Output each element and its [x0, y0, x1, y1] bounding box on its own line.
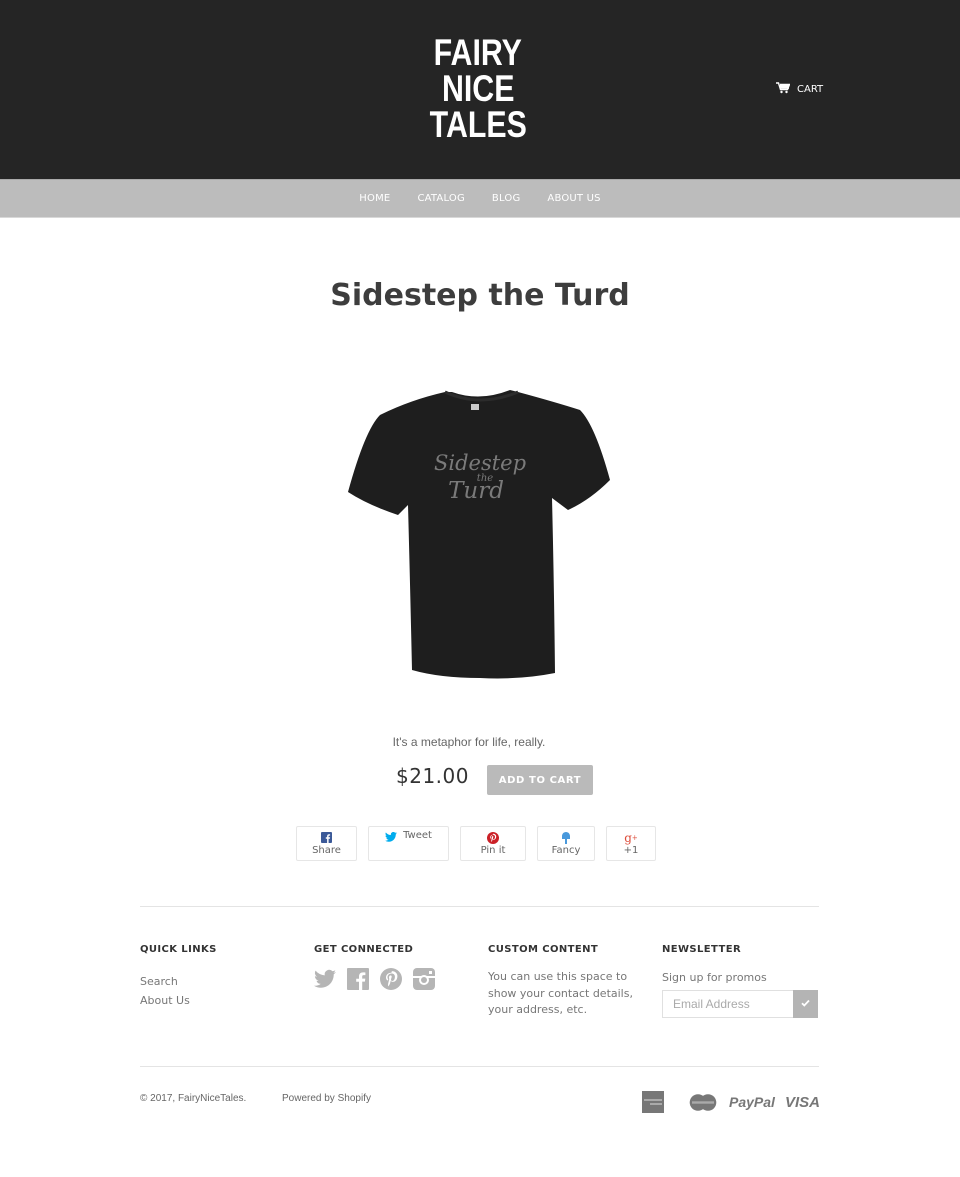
share-facebook-button[interactable]: Share: [296, 826, 357, 861]
payment-methods: PayPal VISA: [642, 1091, 820, 1113]
newsletter-subtext: Sign up for promos: [662, 971, 767, 984]
share-twitter-label: Tweet: [403, 830, 432, 841]
facebook-icon: [321, 831, 332, 844]
powered-by-shopify-link[interactable]: Powered by Shopify: [282, 1093, 371, 1104]
amex-icon: [642, 1091, 664, 1113]
logo-line-2: NICE: [441, 67, 515, 109]
footer-divider-top: [140, 906, 819, 907]
copyright-text: © 2017, FairyNiceTales.: [140, 1093, 247, 1104]
shirt-print-line-3: Turd: [448, 478, 504, 504]
newsletter-heading: NEWSLETTER: [662, 944, 742, 955]
add-to-cart-button[interactable]: ADD TO CART: [487, 765, 593, 795]
checkmark-icon: [801, 999, 810, 1010]
share-pinterest-label: Pin it: [480, 845, 506, 856]
custom-content-heading: CUSTOM CONTENT: [488, 944, 599, 955]
footer-link-search[interactable]: Search: [140, 972, 217, 991]
quick-links-heading: QUICK LINKS: [140, 944, 217, 955]
google-plus-icon: g +: [624, 830, 638, 845]
shirt-tag: [471, 404, 479, 410]
product-image[interactable]: Sidestep the Turd: [340, 380, 620, 690]
email-address-input[interactable]: [662, 990, 793, 1018]
shirt-print-line-1: Sidestep: [434, 451, 526, 475]
twitter-icon: [385, 830, 398, 843]
get-connected-heading: GET CONNECTED: [314, 944, 414, 955]
footer-divider-bottom: [140, 1066, 819, 1067]
product-description: It's a metaphor for life, really.: [392, 735, 546, 749]
share-fancy-label: Fancy: [551, 845, 581, 856]
pinterest-icon[interactable]: [380, 968, 402, 994]
mastercard-icon: [689, 1093, 717, 1111]
footer-quick-links: QUICK LINKS Search About Us: [140, 944, 217, 1010]
custom-content-text: You can use this space to show your cont…: [488, 970, 633, 1016]
pinterest-icon: [487, 831, 499, 844]
nav-item-home[interactable]: HOME: [346, 193, 404, 204]
logo-line-3: TALES: [429, 104, 527, 146]
share-fancy-button[interactable]: Fancy: [537, 826, 595, 861]
newsletter-form: [662, 990, 818, 1018]
main-navigation: HOME CATALOG BLOG ABOUT US: [0, 179, 960, 218]
instagram-icon[interactable]: [413, 968, 435, 994]
nav-item-blog[interactable]: BLOG: [478, 193, 534, 204]
footer-link-about-us[interactable]: About Us: [140, 991, 217, 1010]
facebook-icon[interactable]: [347, 968, 369, 994]
visa-icon: VISA: [784, 1093, 820, 1111]
cart-link[interactable]: CART: [776, 82, 823, 97]
store-logo[interactable]: FAIRY NICE TALES: [429, 31, 527, 146]
twitter-icon[interactable]: [314, 968, 336, 994]
tshirt-shape: [348, 390, 610, 679]
paypal-icon: PayPal: [729, 1094, 775, 1110]
product-price: $21.00: [396, 764, 469, 788]
share-facebook-label: Share: [312, 845, 341, 856]
logo-line-1: FAIRY: [433, 31, 523, 73]
nav-item-catalog[interactable]: CATALOG: [404, 193, 478, 204]
share-pinterest-button[interactable]: Pin it: [460, 826, 526, 861]
cart-label: CART: [797, 84, 824, 95]
footer-get-connected: GET CONNECTED: [314, 944, 435, 994]
newsletter-submit-button[interactable]: [793, 990, 818, 1018]
share-google-plus-button[interactable]: g + +1: [606, 826, 656, 861]
fancy-icon: [562, 831, 570, 844]
footer-custom-content: CUSTOM CONTENT You can use this space to…: [488, 944, 658, 1019]
nav-item-about-us[interactable]: ABOUT US: [534, 193, 614, 204]
footer-newsletter: NEWSLETTER Sign up for promos: [662, 944, 818, 1018]
shopping-cart-icon: [776, 82, 791, 97]
product-title: Sidestep the Turd: [330, 278, 630, 313]
share-google-plus-label: +1: [623, 845, 639, 856]
site-header: FAIRY NICE TALES CART: [0, 0, 960, 179]
share-twitter-button[interactable]: Tweet: [368, 826, 449, 861]
